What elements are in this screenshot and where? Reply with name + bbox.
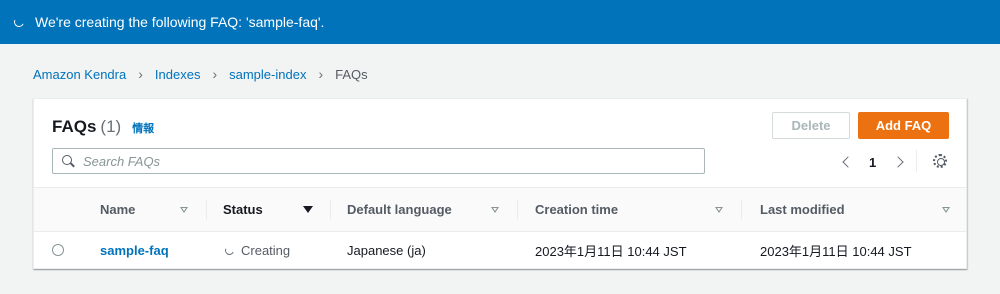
faq-name-link[interactable]: sample-faq	[100, 243, 169, 258]
status-text: Creating	[241, 242, 291, 258]
column-separator	[741, 200, 742, 220]
sort-caret-icon	[942, 206, 950, 213]
settings-gear-icon[interactable]	[933, 154, 947, 168]
sort-caret-icon	[715, 206, 723, 213]
chevron-right-icon: ›	[318, 66, 324, 82]
search-icon	[62, 155, 74, 167]
breadcrumb-indexes[interactable]: Indexes	[155, 67, 201, 82]
column-separator	[206, 200, 207, 220]
loading-spinner-icon	[223, 244, 236, 256]
column-header-last-modified[interactable]: Last modified	[760, 188, 950, 231]
sort-descending-icon	[303, 206, 313, 213]
next-page-icon[interactable]	[892, 156, 904, 168]
panel-title-text: FAQs	[52, 117, 97, 136]
current-page[interactable]: 1	[869, 155, 876, 170]
table-header: Name Status Default language Creation ti…	[34, 187, 966, 232]
faqs-panel: FAQs (1) 情報 Delete Add FAQ 1 Name Status…	[33, 98, 967, 269]
row-select[interactable]	[52, 232, 64, 268]
divider	[916, 150, 917, 172]
add-faq-button[interactable]: Add FAQ	[858, 112, 949, 139]
breadcrumb-current: FAQs	[335, 66, 368, 82]
delete-button[interactable]: Delete	[772, 112, 850, 139]
last-modified-cell: 2023年1月11日 10:44 JST	[760, 243, 912, 259]
radio-button[interactable]	[52, 244, 64, 256]
language-cell: Japanese (ja)	[347, 242, 426, 258]
search-input[interactable]	[83, 153, 683, 169]
sort-caret-icon	[180, 206, 188, 213]
faq-count: (1)	[100, 117, 122, 136]
panel-title: FAQs (1) 情報	[52, 117, 154, 137]
creation-time-cell: 2023年1月11日 10:44 JST	[535, 243, 687, 259]
column-header-default-language[interactable]: Default language	[347, 188, 499, 231]
info-link[interactable]: 情報	[132, 120, 154, 136]
loading-spinner-icon	[12, 15, 26, 29]
pagination: 1	[834, 152, 914, 172]
table-row: sample-faq Creating Japanese (ja) 2023年1…	[34, 232, 966, 268]
chevron-right-icon: ›	[138, 66, 143, 82]
column-separator	[517, 200, 518, 220]
notification-message: We're creating the following FAQ: 'sampl…	[35, 14, 325, 30]
breadcrumb-sample-index[interactable]: sample-index	[229, 67, 306, 82]
status-cell: Creating	[223, 232, 291, 268]
column-header-creation-time[interactable]: Creation time	[535, 188, 723, 231]
chevron-right-icon: ›	[212, 66, 218, 82]
previous-page-icon[interactable]	[842, 156, 854, 168]
sort-caret-icon	[491, 206, 499, 213]
faq-name-cell: sample-faq	[100, 232, 169, 268]
column-separator	[330, 200, 331, 220]
search-field[interactable]	[52, 148, 705, 174]
breadcrumb: Amazon Kendra › Indexes › sample-index ›…	[33, 66, 368, 82]
creating-notification-bar: We're creating the following FAQ: 'sampl…	[0, 0, 1000, 44]
breadcrumb-amazon-kendra[interactable]: Amazon Kendra	[33, 67, 126, 82]
column-header-name[interactable]: Name	[100, 188, 188, 231]
column-header-status[interactable]: Status	[223, 188, 313, 231]
